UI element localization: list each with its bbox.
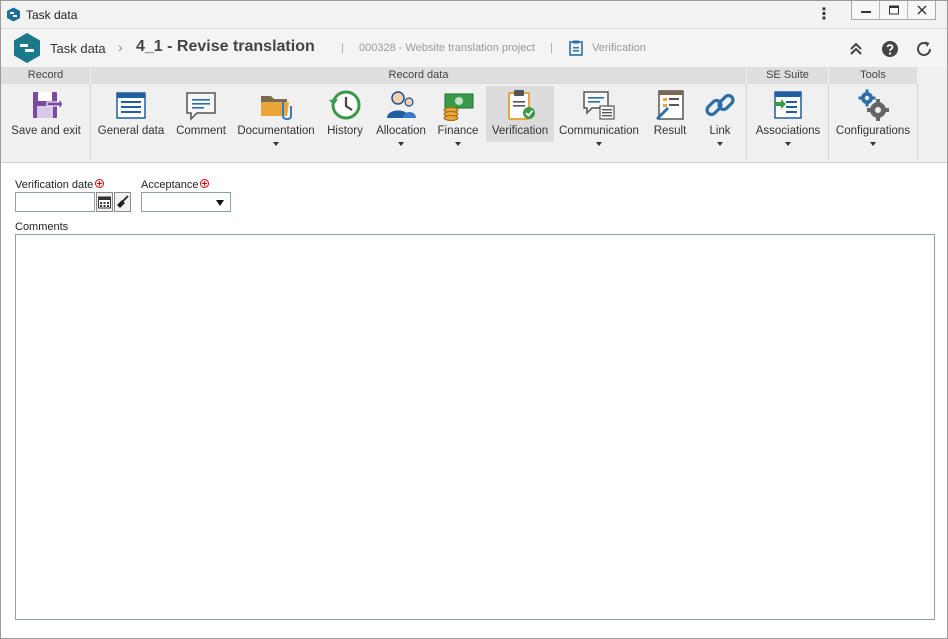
dropdown-caret-icon [870, 142, 876, 146]
folder-attachment-icon [261, 96, 292, 120]
documentation-button[interactable]: Documentation [235, 86, 317, 146]
eraser-broom-icon [117, 195, 129, 208]
associations-label: Associations [755, 125, 821, 137]
communication-button[interactable]: Communication [558, 86, 640, 146]
window-title: Task data [26, 8, 78, 22]
dropdown-caret-icon [398, 142, 404, 146]
save-exit-icon [33, 92, 63, 118]
allocation-button[interactable]: Allocation [373, 86, 429, 146]
task-logo-icon [14, 33, 40, 63]
maximize-icon [888, 5, 899, 15]
section-label: Verification [592, 42, 646, 54]
result-label: Result [653, 125, 687, 137]
verification-form: Verification date Acceptance Comments [1, 163, 947, 638]
configurations-button[interactable]: Configurations [833, 86, 913, 146]
title-bar: Task data ⋮ [1, 1, 947, 29]
dropdown-caret-icon [455, 142, 461, 146]
gears-icon [858, 89, 889, 121]
clipboard-icon [569, 40, 583, 56]
finance-button[interactable]: Finance [434, 86, 482, 146]
documentation-label: Documentation [237, 125, 315, 137]
ribbon-group-labels: Record Record data SE Suite Tools [1, 67, 947, 84]
breadcrumb-task-data[interactable]: Task data [50, 41, 106, 56]
group-label-record-data: Record data [91, 67, 746, 84]
project-label: 000328 - Website translation project [359, 42, 535, 54]
more-options-icon[interactable]: ⋮ [816, 5, 832, 25]
result-button[interactable]: Result [647, 86, 693, 142]
divider: | [550, 42, 553, 54]
users-icon [387, 91, 416, 118]
calendar-button[interactable] [96, 192, 113, 212]
comments-label: Comments [15, 221, 69, 233]
group-label-tools: Tools [829, 67, 917, 84]
clear-date-button[interactable] [114, 192, 131, 212]
required-icon [200, 179, 210, 188]
window-controls [851, 1, 936, 20]
communication-icon [583, 91, 615, 120]
general-data-icon [116, 92, 146, 119]
acceptance-label-wrap: Acceptance [141, 179, 210, 191]
clipboard-check-icon [508, 90, 535, 120]
dropdown-caret-icon [596, 142, 602, 146]
history-button[interactable]: History [322, 86, 368, 142]
close-button[interactable] [908, 1, 935, 19]
link-chain-icon [705, 93, 735, 117]
money-icon [443, 93, 474, 121]
verification-label: Verification [491, 125, 549, 137]
configurations-label: Configurations [835, 125, 911, 137]
minimize-icon [860, 11, 871, 13]
comment-icon [186, 92, 216, 121]
dropdown-caret-icon [273, 142, 279, 146]
dropdown-caret-icon [717, 142, 723, 146]
link-label: Link [709, 125, 731, 137]
dropdown-caret-icon [785, 142, 791, 146]
comment-label: Comment [176, 125, 226, 137]
finance-label: Finance [437, 125, 479, 137]
page-title: 4_1 - Revise translation [136, 38, 315, 55]
save-and-exit-button[interactable]: Save and exit [7, 86, 85, 142]
verification-date-input[interactable] [15, 192, 95, 212]
header-bar: Task data › 4_1 - Revise translation | 0… [1, 29, 947, 67]
close-icon [917, 5, 926, 15]
communication-label: Communication [559, 125, 639, 137]
history-label: History [327, 125, 363, 137]
breadcrumb-chevron-icon: › [118, 39, 123, 55]
acceptance-select[interactable] [141, 192, 231, 212]
associations-icon [774, 91, 802, 119]
required-icon [95, 179, 105, 188]
group-label-record: Record [1, 67, 90, 84]
refresh-icon[interactable] [915, 40, 933, 58]
ribbon-buttons: Save and exit General data Comment Docum… [1, 84, 947, 162]
acceptance-label: Acceptance [141, 179, 199, 191]
verification-date-label: Verification date [15, 179, 94, 191]
ribbon-toolbar: Record Record data SE Suite Tools Save a… [1, 67, 947, 163]
minimize-button[interactable] [852, 1, 880, 19]
group-label-se-suite: SE Suite [747, 67, 828, 84]
history-clock-icon [329, 90, 361, 120]
calendar-icon [98, 196, 111, 209]
collapse-icon[interactable] [847, 40, 865, 58]
comments-textarea[interactable] [15, 234, 935, 620]
save-exit-label: Save and exit [11, 125, 81, 137]
result-report-icon [656, 90, 684, 120]
verification-button[interactable]: Verification [486, 86, 554, 142]
general-data-button[interactable]: General data [95, 86, 167, 142]
allocation-label: Allocation [376, 125, 426, 137]
associations-button[interactable]: Associations [751, 86, 825, 146]
task-data-window: Task data ⋮ Task data › 4_1 - Revise tra… [0, 0, 948, 639]
app-icon [7, 7, 20, 22]
general-data-label: General data [97, 125, 165, 137]
divider: | [341, 42, 344, 54]
verification-date-label-wrap: Verification date [15, 179, 105, 191]
maximize-button[interactable] [880, 1, 908, 19]
help-icon[interactable] [881, 40, 899, 58]
comment-button[interactable]: Comment [171, 86, 231, 142]
link-button[interactable]: Link [699, 86, 741, 146]
dropdown-arrow-icon [216, 200, 224, 206]
